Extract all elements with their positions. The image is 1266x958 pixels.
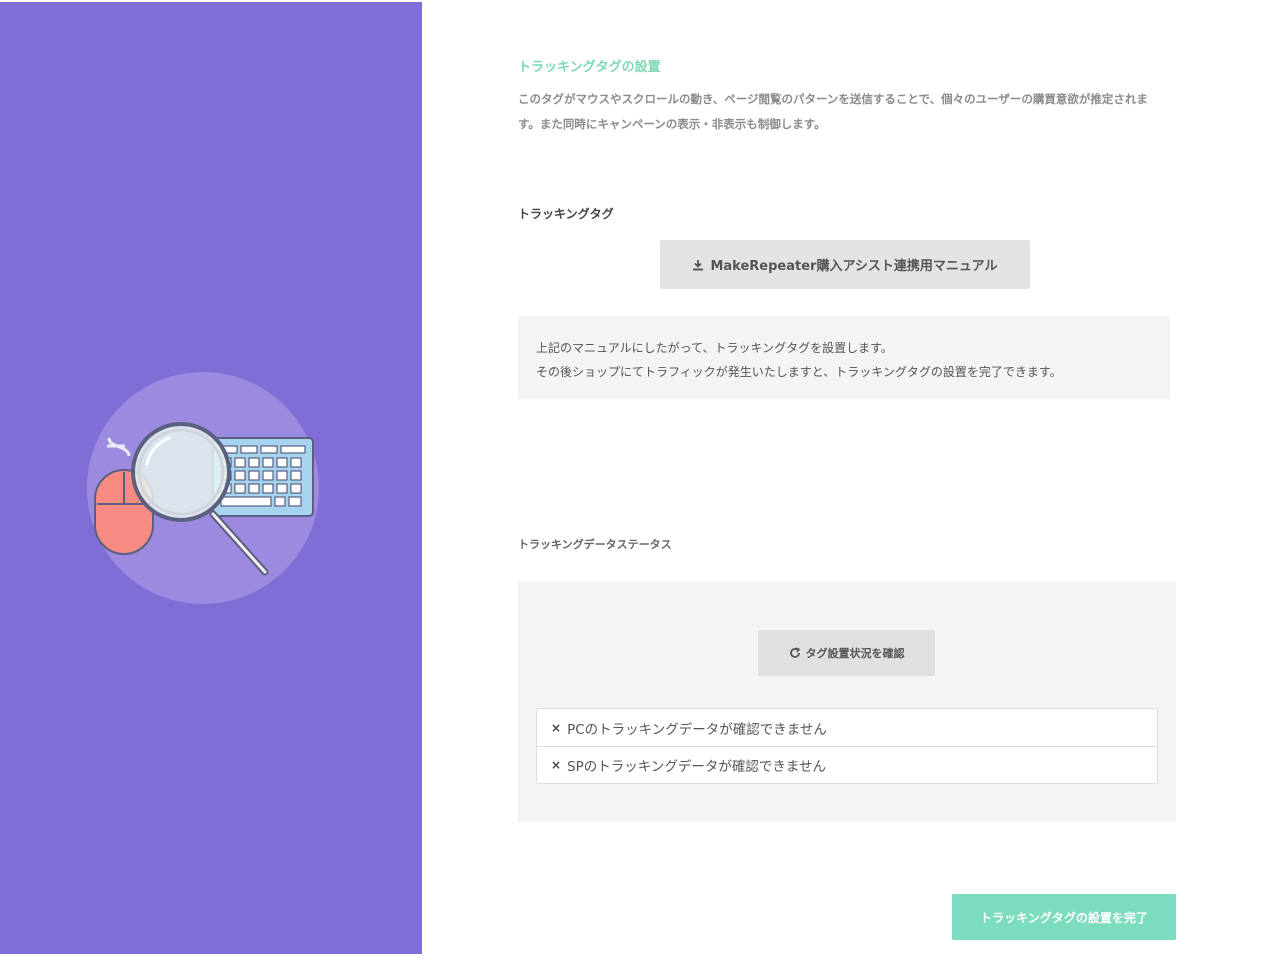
check-tag-status-button[interactable]: タグ設置状況を確認 [758,630,935,676]
complete-setup-button[interactable]: トラッキングタグの設置を完了 [952,894,1176,940]
status-list: × PCのトラッキングデータが確認できません × SPのトラッキングデータが確認… [536,708,1158,784]
check-button-label: タグ設置状況を確認 [805,647,905,660]
manual-download-button[interactable]: MakeRepeater購入アシスト連携用マニュアル [660,240,1030,289]
instruction-line-1: 上記のマニュアルにしたがって、トラッキングタグを設置します。 [536,341,893,355]
status-item-pc: × PCのトラッキングデータが確認できません [537,709,1157,746]
status-item-sp: × SPのトラッキングデータが確認できません [537,746,1157,783]
download-icon [693,259,704,270]
status-heading: トラッキングデータステータス [518,538,672,551]
instruction-box: 上記のマニュアルにしたがって、トラッキングタグを設置します。 その後ショップにて… [518,316,1170,399]
tracking-illustration [87,372,319,604]
main-content: トラッキングタグの設置 このタグがマウスやスクロールの動き、ページ閲覧のパターン… [422,0,1266,958]
page-title: トラッキングタグの設置 [518,60,661,75]
close-icon: × [551,720,562,735]
manual-button-label: MakeRepeater購入アシスト連携用マニュアル [710,259,998,274]
instruction-line-2: その後ショップにてトラフィックが発生いたしますと、トラッキングタグの設置を完了で… [536,365,1062,379]
status-item-text: PCのトラッキングデータが確認できません [567,721,827,738]
status-item-text: SPのトラッキングデータが確認できません [567,759,826,775]
tracking-tag-heading: トラッキングタグ [518,207,614,221]
left-panel [0,2,422,954]
page-description: このタグがマウスやスクロールの動き、ページ閲覧のパターンを送信することで、個々の… [518,92,1148,131]
close-icon: × [551,758,562,772]
status-panel: タグ設置状況を確認 × PCのトラッキングデータが確認できません × SPのトラ… [518,581,1176,822]
refresh-icon [789,647,800,658]
